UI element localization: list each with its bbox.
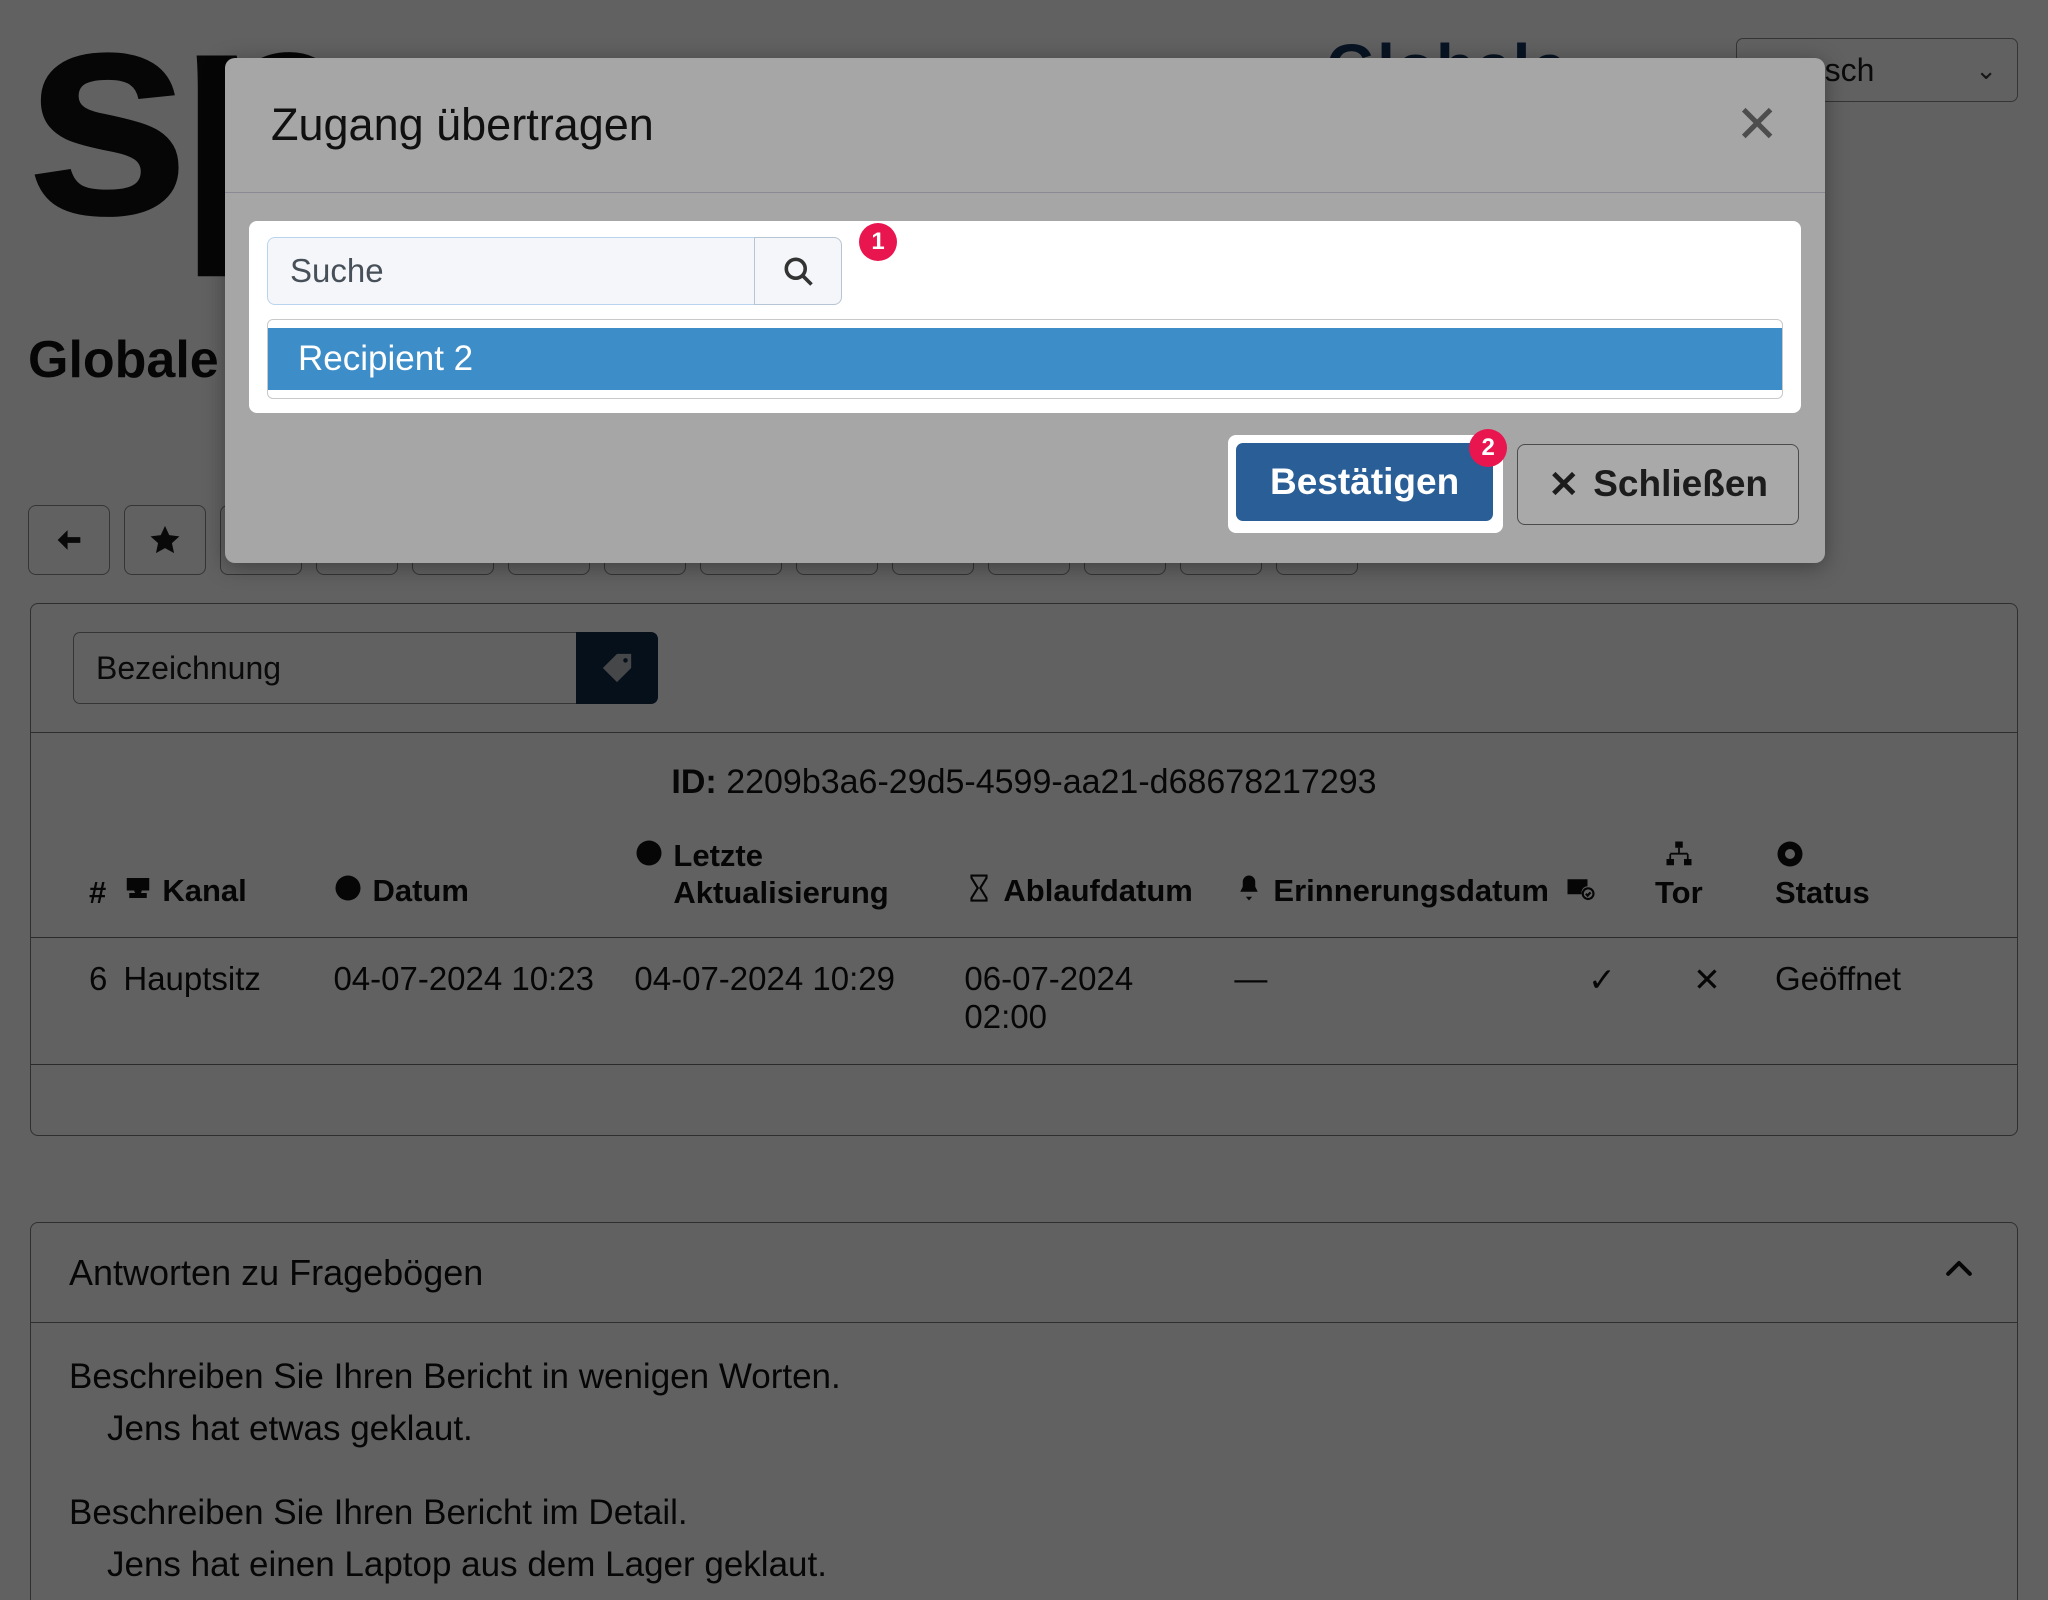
cell-mail: ✓	[1557, 937, 1647, 1066]
answers-panel-title: Antworten zu Fragebögen	[69, 1251, 484, 1293]
confirm-button[interactable]: Bestätigen	[1236, 443, 1494, 521]
answers-panel-body: Beschreiben Sie Ihren Bericht in wenigen…	[31, 1323, 2017, 1600]
table-bottom-spacer	[31, 1065, 2017, 1135]
question-text: Beschreiben Sie Ihren Bericht im Detail.	[69, 1493, 688, 1532]
cell-num: 6	[31, 937, 116, 1066]
confirm-button-highlight: Bestätigen 2	[1228, 429, 1508, 533]
table-row[interactable]: 6 Hauptsitz 04-07-2024 10:23 04-07-2024 …	[31, 937, 2017, 1066]
close-modal-label: Schließen	[1593, 463, 1768, 504]
search-button[interactable]	[754, 237, 842, 305]
th-mail	[1557, 828, 1647, 938]
th-expires: Ablaufdatum	[956, 828, 1226, 938]
sitemap-icon	[1666, 841, 1692, 865]
close-x-icon: ✕	[1548, 463, 1580, 505]
th-channel-label: Kanal	[162, 873, 247, 909]
clock-icon	[335, 875, 361, 901]
th-date-label: Datum	[372, 873, 469, 909]
th-gate: Tor	[1647, 828, 1767, 938]
th-channel: Kanal	[115, 828, 325, 938]
chevron-up-glyph	[1946, 1261, 1972, 1276]
th-expires-label: Ablaufdatum	[1003, 873, 1193, 909]
th-updated-label: Letzte Aktualisierung	[673, 838, 889, 910]
bell-icon	[1240, 875, 1259, 901]
step-badge-1: 1	[859, 223, 897, 261]
th-num: #	[31, 828, 115, 938]
th-reminder-label: Erinnerungsdatum	[1273, 873, 1549, 909]
cell-gate: ✕	[1647, 937, 1767, 1066]
arrow-left-icon	[57, 530, 81, 550]
chevron-down-icon: ⌄	[1975, 54, 1997, 85]
answers-panel-header[interactable]: Antworten zu Fragebögen	[31, 1223, 2017, 1323]
search-panel: 1 Recipient 2	[249, 221, 1801, 413]
th-gate-label: Tor	[1655, 874, 1703, 910]
th-num-label: #	[89, 874, 107, 910]
step-badge-2: 2	[1469, 429, 1508, 467]
tag-button[interactable]	[576, 632, 658, 704]
cell-channel: Hauptsitz	[115, 937, 326, 1066]
inbox-icon	[127, 878, 150, 899]
modal-footer: Bestätigen 2 ✕ Schließen	[225, 413, 1825, 563]
record-card: ID: 2209b3a6-29d5-4599-aa21-d68678217293…	[30, 603, 2018, 1137]
chevron-up-icon[interactable]	[1939, 1248, 1979, 1297]
question-text: Beschreiben Sie Ihren Bericht in wenigen…	[69, 1357, 841, 1396]
th-status: Status	[1767, 828, 2017, 938]
cell-expires: 06-07-2024 02:00	[956, 937, 1227, 1066]
cell-updated: 04-07-2024 10:29	[626, 937, 957, 1066]
th-date: Datum	[325, 828, 626, 938]
answer-text: Jens hat etwas geklaut.	[107, 1409, 473, 1448]
search-icon	[784, 257, 813, 286]
search-row: 1	[267, 223, 897, 305]
favorite-button[interactable]	[124, 505, 206, 575]
page-title: Globale	[28, 331, 219, 389]
tag-icon	[602, 653, 632, 683]
record-id-label: ID:	[671, 763, 717, 801]
modal-title: Zugang übertragen	[271, 99, 654, 150]
envelope-check-icon	[1567, 879, 1595, 901]
modal-body: 1 Recipient 2	[225, 193, 1825, 413]
bezeichnung-input[interactable]	[73, 632, 576, 704]
close-icon[interactable]: ✕	[1735, 99, 1779, 151]
back-button[interactable]	[28, 505, 110, 575]
th-reminder: Erinnerungsdatum	[1226, 828, 1557, 938]
list-item[interactable]: Recipient 2	[268, 328, 1782, 390]
close-modal-button[interactable]: ✕ Schließen	[1517, 443, 1799, 525]
record-id-value: 2209b3a6-29d5-4599-aa21-d68678217293	[726, 763, 1377, 801]
th-updated: Letzte Aktualisierung	[626, 828, 956, 938]
search-results-list: Recipient 2	[267, 319, 1783, 399]
modal-header: Zugang übertragen ✕	[225, 58, 1825, 193]
table-header-row: # Kanal Datum Letzte Aktualisierung Abla…	[31, 828, 2017, 938]
star-icon	[150, 525, 180, 554]
search-input[interactable]	[267, 237, 754, 305]
answers-panel: Antworten zu Fragebögen Beschreiben Sie …	[30, 1222, 2018, 1600]
cell-date: 04-07-2024 10:23	[325, 937, 627, 1066]
th-status-label: Status	[1775, 874, 1870, 910]
cell-reminder: —	[1226, 937, 1557, 1066]
records-table: # Kanal Datum Letzte Aktualisierung Abla…	[31, 828, 2017, 1066]
hourglass-icon	[970, 874, 988, 902]
transfer-access-modal: Zugang übertragen ✕ 1 Recipient 2 Bestät…	[225, 58, 1825, 563]
filter-row	[31, 604, 2017, 733]
answer-text: Jens hat einen Laptop aus dem Lager gekl…	[107, 1545, 827, 1584]
circle-dot-icon	[1777, 841, 1803, 867]
record-id-line: ID: 2209b3a6-29d5-4599-aa21-d68678217293	[31, 733, 2017, 828]
clock-icon	[636, 840, 662, 866]
cell-status: Geöffnet	[1767, 937, 2017, 1066]
label-filter-group	[73, 632, 658, 704]
